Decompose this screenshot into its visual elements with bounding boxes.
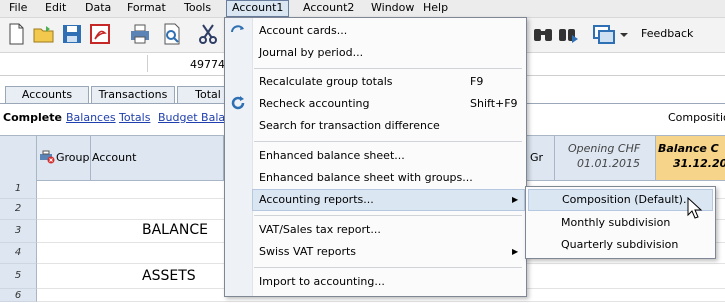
- menu-tools[interactable]: Tools: [179, 0, 216, 17]
- menu-item-label: Import to accounting...: [259, 275, 385, 288]
- view-complete[interactable]: Complete: [3, 111, 62, 124]
- menu-item-recalculate-group-totals[interactable]: Recalculate group totals F9: [253, 71, 525, 93]
- header-gr[interactable]: Gr: [527, 136, 555, 180]
- menu-edit[interactable]: Edit: [40, 0, 71, 17]
- recheck-icon: [229, 94, 247, 112]
- menu-separator: [254, 68, 522, 69]
- menu-item-label: VAT/Sales tax report...: [259, 223, 381, 236]
- menu-item-swiss-vat-reports[interactable]: Swiss VAT reports ▶: [253, 241, 525, 263]
- menu-window[interactable]: Window: [366, 0, 419, 17]
- account1-menu: Account cards... Journal by period... Re…: [224, 17, 527, 297]
- menu-icon-column: [225, 18, 253, 296]
- menu-item-label: Enhanced balance sheet...: [259, 149, 405, 162]
- header-balance[interactable]: Balance C 31.12.20: [656, 136, 725, 180]
- find-replace-icon[interactable]: [557, 22, 581, 46]
- submenu-item-label: Monthly subdivision: [561, 216, 671, 229]
- header-balance-title: Balance C: [658, 142, 719, 155]
- chevron-down-icon[interactable]: [618, 22, 630, 46]
- menu-account1[interactable]: Account1: [226, 0, 290, 17]
- row-number: 6: [0, 289, 37, 302]
- cell-reference-field[interactable]: [2, 55, 148, 72]
- menu-item-label: Recheck accounting: [259, 97, 370, 110]
- header-opening-date: 01.01.2015: [577, 157, 640, 170]
- menu-separator: [254, 215, 522, 216]
- cut-icon[interactable]: [196, 22, 220, 46]
- print-preview-icon[interactable]: [160, 22, 184, 46]
- cell-content-field[interactable]: 49774: [190, 58, 225, 71]
- view-balances[interactable]: Balances: [66, 111, 116, 124]
- menu-item-label: Account cards...: [259, 24, 348, 37]
- menu-item-label: Search for transaction difference: [259, 119, 440, 132]
- row-number: 4: [0, 243, 37, 264]
- menu-item-label: Enhanced balance sheet with groups...: [259, 171, 473, 184]
- header-account-label: Account: [92, 151, 137, 164]
- feedback-button[interactable]: Feedback: [641, 27, 693, 40]
- submenu-item-quarterly-subdivision[interactable]: Quarterly subdivision: [528, 234, 711, 256]
- row-number: 1: [0, 180, 37, 199]
- mouse-cursor-icon: [687, 196, 703, 221]
- menu-item-recheck-accounting[interactable]: Recheck accounting Shift+F9: [253, 93, 525, 115]
- submenu-item-label: Composition (Default)...: [562, 193, 694, 206]
- tab-accounts[interactable]: Accounts: [5, 86, 89, 103]
- menu-item-shortcut: Shift+F9: [470, 97, 518, 110]
- menu-item-enhanced-balance-sheet[interactable]: Enhanced balance sheet...: [253, 145, 525, 167]
- header-opening[interactable]: Opening CHF 01.01.2015: [555, 136, 656, 180]
- menu-item-accounting-reports[interactable]: Accounting reports... ▶: [252, 189, 525, 211]
- row-number: 2: [0, 199, 37, 220]
- submenu-item-label: Quarterly subdivision: [561, 238, 679, 251]
- print-icon[interactable]: [128, 22, 152, 46]
- menu-format[interactable]: Format: [122, 0, 171, 17]
- menu-item-label: Swiss VAT reports: [259, 245, 357, 258]
- menu-data[interactable]: Data: [80, 0, 116, 17]
- view-composition[interactable]: Composition: [668, 111, 725, 124]
- menu-item-label: Journal by period...: [259, 46, 364, 59]
- header-balance-date: 31.12.20: [673, 157, 725, 170]
- submenu-arrow-icon: ▶: [512, 195, 519, 204]
- menu-item-shortcut: F9: [470, 75, 484, 88]
- menu-item-label: Recalculate group totals: [259, 75, 393, 88]
- menu-item-enhanced-balance-sheet-groups[interactable]: Enhanced balance sheet with groups...: [253, 167, 525, 189]
- menu-separator: [254, 141, 522, 142]
- tab-transactions[interactable]: Transactions: [91, 86, 175, 103]
- submenu-arrow-icon: ▶: [512, 247, 519, 256]
- menu-account2[interactable]: Account2: [298, 0, 359, 17]
- account-cards-icon: [229, 23, 247, 41]
- window-switch-icon[interactable]: [592, 22, 616, 46]
- menu-separator: [254, 267, 522, 268]
- menu-item-account-cards[interactable]: Account cards...: [253, 20, 525, 42]
- menu-help[interactable]: Help: [418, 0, 453, 17]
- menu-item-search-transaction-difference[interactable]: Search for transaction difference: [253, 115, 525, 137]
- header-account[interactable]: Account: [91, 136, 224, 180]
- menu-item-label: Accounting reports...: [259, 193, 374, 206]
- header-gr-label: Gr: [530, 151, 544, 164]
- menu-item-vat-sales-tax-report[interactable]: VAT/Sales tax report...: [253, 219, 525, 241]
- menu-file[interactable]: File: [4, 0, 32, 17]
- row-number: 5: [0, 264, 37, 289]
- header-group[interactable]: Group: [37, 136, 91, 180]
- view-totals[interactable]: Totals: [119, 111, 150, 124]
- new-file-icon[interactable]: [4, 22, 28, 46]
- submenu-item-composition-default[interactable]: Composition (Default)...: [528, 189, 713, 211]
- open-folder-icon[interactable]: [32, 22, 56, 46]
- binoculars-icon[interactable]: [531, 22, 555, 46]
- save-icon[interactable]: [60, 22, 84, 46]
- cell-balance[interactable]: BALANCE: [142, 222, 208, 238]
- cell-assets[interactable]: ASSETS: [142, 268, 196, 284]
- menu-item-import-to-accounting[interactable]: Import to accounting...: [253, 271, 525, 293]
- header-corner: [0, 136, 37, 180]
- menu-item-journal-by-period[interactable]: Journal by period...: [253, 42, 525, 64]
- header-group-label: Group: [56, 151, 90, 164]
- submenu-item-monthly-subdivision[interactable]: Monthly subdivision: [528, 212, 711, 234]
- pdf-icon[interactable]: [88, 22, 112, 46]
- row-number: 3: [0, 220, 37, 243]
- menu-bar: File Edit Data Format Tools Account1 Acc…: [0, 0, 725, 18]
- header-opening-title: Opening CHF: [568, 142, 641, 155]
- printer-delete-icon: [39, 150, 55, 167]
